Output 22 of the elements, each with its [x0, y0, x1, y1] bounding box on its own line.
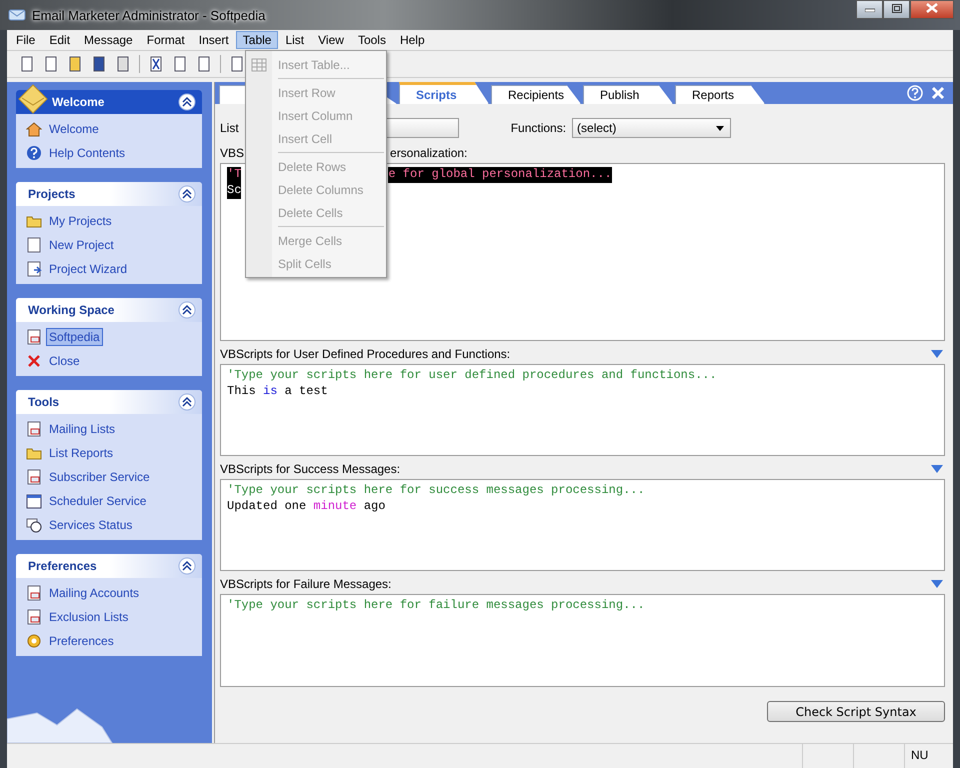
group-title: Tools	[28, 395, 60, 409]
window-title: Email Marketer Administrator - Softpedia	[32, 8, 266, 22]
num-lock-indicator: NU	[904, 744, 953, 768]
code-text: This is a test	[227, 384, 328, 400]
code-text: 'T	[227, 167, 242, 183]
list-label: List	[220, 121, 239, 135]
section-label: VBScripts for User Defined Procedures and Functions:	[220, 347, 510, 361]
section-label: VBScripts for Success Messages:	[220, 462, 400, 476]
code-text: Updated one minute ago	[227, 499, 386, 515]
group-title: Projects	[28, 187, 76, 201]
section-label: VBScripts for Failure Messages:	[220, 577, 392, 591]
code-text: e for global personalization...	[388, 167, 612, 183]
functions-label: Functions:	[510, 121, 566, 135]
group-title: Welcome	[52, 95, 104, 109]
group-title: Preferences	[28, 559, 97, 573]
code-text: Sc	[227, 183, 242, 199]
code-text: 'Type your scripts here for failure messages processing...	[227, 598, 645, 614]
group-title: Working Space	[28, 303, 114, 317]
section-label: ersonalization:	[390, 146, 468, 160]
code-text: 'Type your scripts here for success messages processing...	[227, 483, 645, 499]
code-text: 'Type your scripts here for user defined procedures and functions...	[227, 368, 717, 384]
section-label: VBS	[220, 146, 244, 160]
